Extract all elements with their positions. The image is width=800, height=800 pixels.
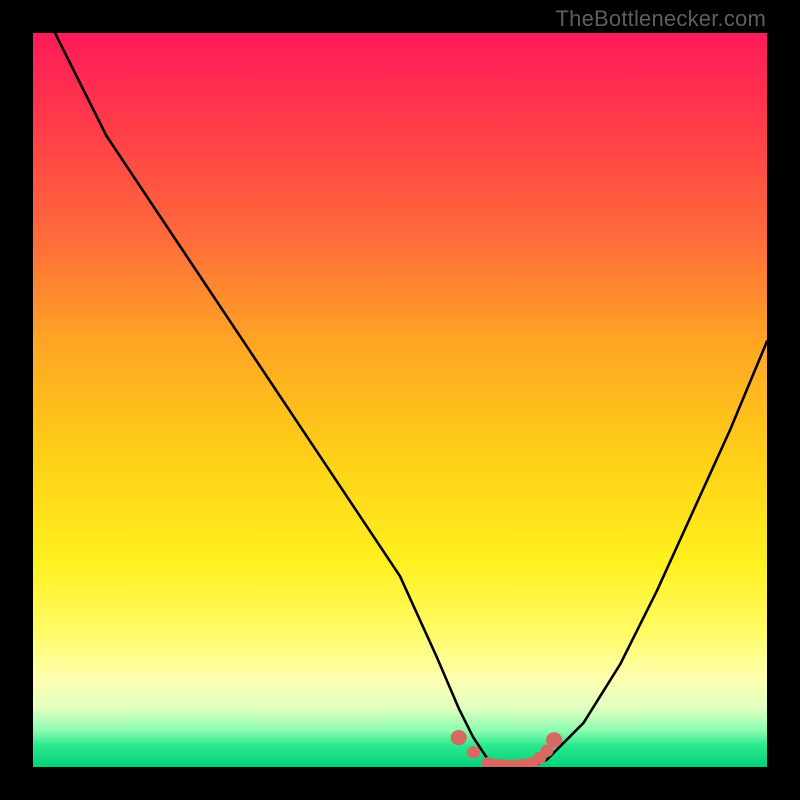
- dot: [467, 746, 480, 758]
- attribution-text: TheBottlenecker.com: [556, 6, 766, 32]
- optimal-zone-dots: [33, 33, 767, 767]
- dot: [451, 730, 467, 745]
- chart-frame: [33, 33, 767, 767]
- dot: [546, 732, 562, 747]
